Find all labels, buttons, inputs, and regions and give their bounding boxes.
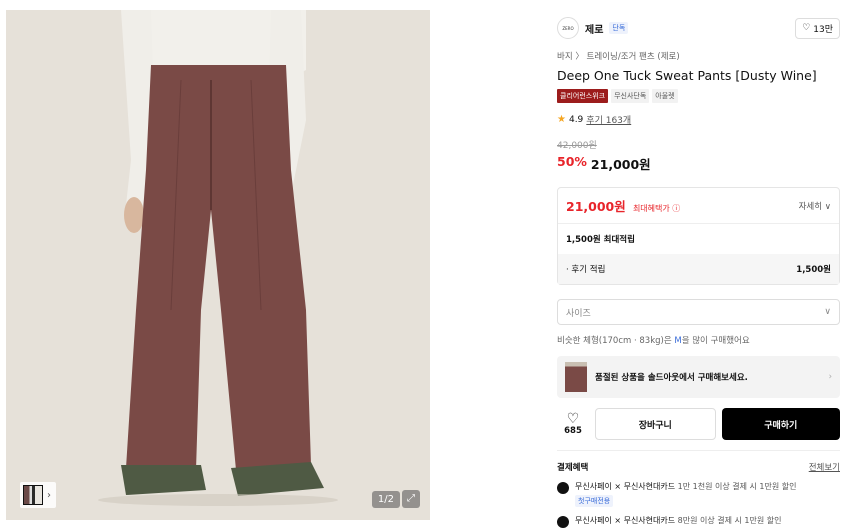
heart-icon: ♡ (802, 23, 811, 33)
breadcrumb[interactable]: 바지 〉 트레이닝/조거 팬츠 (제로) (557, 50, 840, 62)
view-all-link[interactable]: 전체보기 (809, 461, 840, 473)
benefit-box: 21,000원 최대혜택가 ⓘ 자세히 ∨ 1,500원 최대적립 · 후기 적… (557, 187, 840, 285)
product-title: Deep One Tuck Sweat Pants [Dusty Wine] (557, 68, 817, 83)
heart-icon: ♡ (566, 411, 580, 427)
expand-icon[interactable]: ⤢ (402, 490, 420, 508)
payment-benefits: 결제혜택 전체보기 무신사페이 × 무신사현대카드 1만 1천원 이상 결제 시… (557, 450, 840, 528)
size-placeholder: 사이즈 (566, 308, 591, 319)
review-link[interactable]: 후기 163개 (586, 113, 631, 126)
brand-like-button[interactable]: ♡ 13만 (795, 17, 840, 39)
fit-note-prefix: 비슷한 체형(170cm · 83kg)은 (557, 336, 675, 346)
payment-brand: 무신사페이 × 무신사현대카드 (575, 482, 676, 491)
payment-benefit-item: 무신사페이 × 무신사현대카드 8만원 이상 결제 시 1만원 할인 (557, 515, 840, 528)
payment-text: 8만원 이상 결제 시 1만원 할인 (675, 516, 782, 525)
chevron-right-icon[interactable]: › (45, 490, 53, 501)
wishlist-button[interactable]: ♡ 685 (557, 412, 589, 436)
soldout-banner[interactable]: 품절된 상품을 솔드아웃에서 구매해보세요. › (557, 356, 840, 398)
brand-link[interactable]: ZERO 제로 단독 (557, 17, 629, 39)
soldout-thumbnail (565, 362, 587, 392)
payment-title: 결제혜택 (557, 463, 589, 473)
max-benefit-label[interactable]: 최대혜택가 ⓘ (633, 204, 680, 213)
card-icon (557, 482, 569, 494)
payment-text: 1만 1천원 이상 결제 시 1만원 할인 (675, 482, 797, 491)
buy-now-button[interactable]: 구매하기 (721, 408, 840, 440)
brand-name[interactable]: 제로 (585, 21, 603, 36)
exclusive-tag: 단독 (609, 22, 629, 34)
brand-like-count: 13만 (813, 24, 833, 35)
product-info-panel: ZERO 제로 단독 ♡ 13만 바지 〉 트레이닝/조거 팬츠 (제로) De… (557, 14, 840, 528)
benefit-detail-toggle[interactable]: 자세히 ∨ (799, 200, 831, 212)
payment-brand: 무신사페이 × 무신사현대카드 (575, 516, 676, 525)
star-icon: ★ (557, 114, 566, 125)
card-icon (557, 516, 569, 528)
thumbnail-strip[interactable]: › (20, 482, 56, 508)
benefit-header[interactable]: 21,000원 최대혜택가 ⓘ 자세히 ∨ (558, 188, 839, 224)
max-points: 1,500원 최대적립 (566, 235, 635, 245)
sale-price-row: 50% 21,000원 (557, 154, 840, 173)
wishlist-count: 685 (564, 426, 582, 436)
review-points-label: · 후기 적립 (566, 265, 606, 275)
badge-outlet: 아울렛 (652, 89, 678, 103)
badge-exclusive: 무신사단독 (611, 89, 650, 103)
action-row: ♡ 685 장바구니 구매하기 (557, 408, 840, 440)
size-select[interactable]: 사이즈 ∨ (557, 299, 840, 325)
badge-clearance: 클리어런스위크 (557, 89, 609, 103)
model-photo (6, 10, 430, 520)
thumbnail-image[interactable] (23, 485, 43, 505)
product-image[interactable]: › 1/2 ⤢ (6, 10, 430, 520)
brand-row: ZERO 제로 단독 ♡ 13만 (557, 14, 840, 42)
discount-rate: 50% (557, 154, 587, 169)
original-price: 42,000원 (557, 141, 597, 151)
chevron-right-icon: › (828, 372, 832, 382)
max-benefit-price: 21,000원 (566, 199, 626, 214)
add-to-cart-button[interactable]: 장바구니 (595, 408, 716, 440)
image-counter: 1/2 (371, 491, 400, 508)
payment-header: 결제혜택 전체보기 (557, 461, 840, 473)
fit-note: 비슷한 체형(170cm · 83kg)은 M을 많이 구매했어요 (557, 334, 840, 346)
review-points-row: · 후기 적립 1,500원 (558, 254, 839, 284)
rating-value: 4.9 (568, 114, 584, 125)
badge-list: 클리어런스위크 무신사단독 아울렛 (557, 89, 840, 103)
review-points-value: 1,500원 (796, 265, 831, 275)
brand-logo[interactable]: ZERO (557, 17, 579, 39)
rating-row: ★ 4.9 후기 163개 (557, 113, 840, 126)
fit-note-suffix: 을 많이 구매했어요 (681, 336, 750, 346)
chevron-down-icon: ∨ (824, 307, 831, 317)
fit-note-size: M (674, 336, 682, 346)
soldout-text: 품절된 상품을 솔드아웃에서 구매해보세요. (595, 373, 748, 383)
payment-benefit-item: 무신사페이 × 무신사현대카드 1만 1천원 이상 결제 시 1만원 할인 첫구… (557, 481, 840, 507)
payment-sub-tag: 첫구매전용 (575, 495, 614, 507)
sale-price: 21,000원 (590, 157, 651, 172)
